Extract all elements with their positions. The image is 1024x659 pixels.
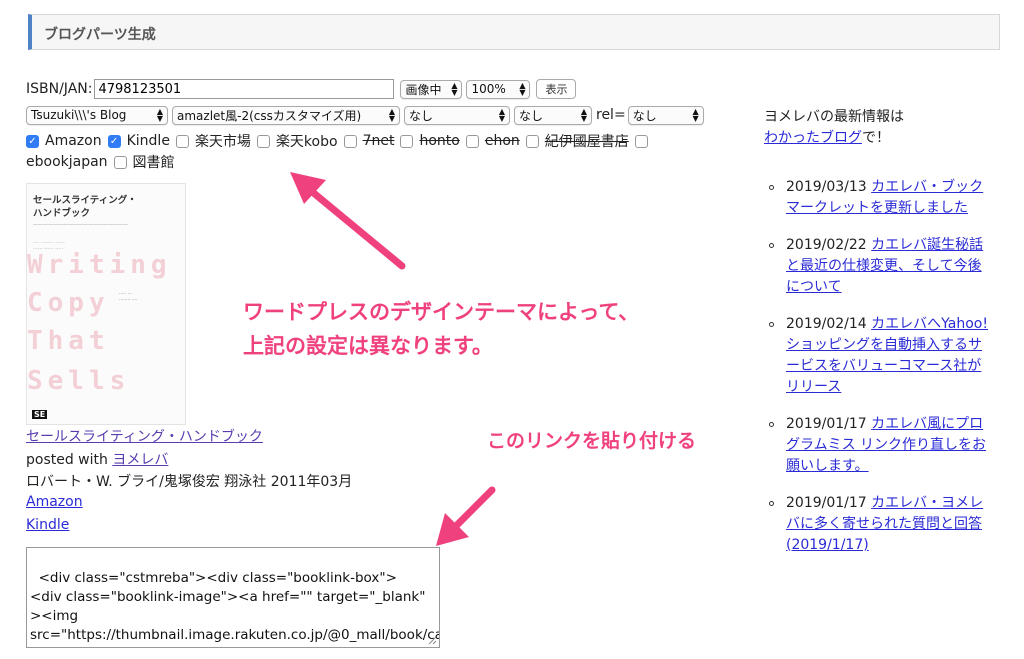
cover-word-4: Sells bbox=[27, 366, 131, 396]
news-item: 2019/02/14 カエレバへYahoo!ショッピングを自動挿入するサービスを… bbox=[764, 314, 994, 398]
section-title: ブログパーツ生成 bbox=[44, 27, 156, 43]
resize-grip-icon[interactable] bbox=[428, 636, 437, 645]
option-select-2[interactable]: なし ▲ ▼ bbox=[514, 105, 592, 125]
chevron-updown-icon: ▲ ▼ bbox=[156, 107, 163, 123]
news-date: 2019/02/22 bbox=[786, 237, 872, 253]
checkbox-rakuten[interactable] bbox=[175, 134, 189, 148]
store-label-kinokuniya: 紀伊國屋書店 bbox=[544, 134, 629, 150]
sidebar-intro-suffix: で！ bbox=[862, 130, 890, 146]
code-textarea[interactable]: <div class="cstmreba"><div class="bookli… bbox=[26, 547, 440, 648]
isbn-input[interactable] bbox=[94, 79, 395, 99]
cover-title: セールスライティング・ハンドブック bbox=[33, 195, 137, 219]
chevron-updown-icon: ▲ ▼ bbox=[580, 107, 587, 123]
section-header: ブログパーツ生成 bbox=[28, 14, 1000, 50]
sidebar-intro: ヨメレバの最新情報は わかったブログで！ bbox=[764, 107, 904, 149]
news-date: 2019/03/13 bbox=[786, 179, 872, 195]
image-size-select[interactable]: 画像中 ▲ ▼ bbox=[400, 79, 463, 99]
code-text: <div class="cstmreba"><div class="bookli… bbox=[30, 570, 439, 643]
news-item: 2019/02/22 カエレバ誕生秘話と最近の仕様変更、そして今後について bbox=[764, 235, 994, 298]
zoom-select[interactable]: 100% ▲ ▼ bbox=[466, 79, 531, 99]
arrow-up-left-icon bbox=[290, 172, 406, 270]
annotation-paste-note: このリンクを貼り付ける bbox=[487, 430, 697, 452]
kindle-link[interactable]: Kindle bbox=[26, 517, 69, 533]
chevron-updown-icon: ▲ ▼ bbox=[388, 107, 395, 123]
news-item: 2019/01/17 カエレバ・ヨメレバに多く寄せられた質問と回答(2019/1… bbox=[764, 493, 994, 556]
rel-label: rel= bbox=[596, 107, 626, 123]
chevron-updown-icon: ▲ ▼ bbox=[519, 81, 526, 97]
posted-prefix: posted with bbox=[26, 452, 113, 468]
checkbox-7net[interactable] bbox=[343, 134, 357, 148]
yomereba-link[interactable]: ヨメレバ bbox=[112, 452, 168, 468]
annotation-line-1: ワードプレスのデザインテーマによって、 bbox=[243, 300, 640, 324]
option-select-1[interactable]: なし ▲ ▼ bbox=[404, 105, 510, 125]
bullet-icon bbox=[769, 322, 774, 327]
checkbox-honto[interactable] bbox=[400, 134, 414, 148]
blog-select[interactable]: Tsuzuki\\\'s Blog ▲ ▼ bbox=[26, 105, 168, 125]
checkbox-kinokuniya[interactable] bbox=[525, 134, 539, 148]
store-label-rakuten: 楽天市場 bbox=[194, 134, 251, 150]
isbn-label: ISBN/JAN: bbox=[26, 81, 93, 97]
book-authors: ロバート・W. ブライ/鬼塚俊宏 翔泳社 2011年03月 bbox=[26, 474, 353, 490]
template-select[interactable]: amazlet風-2(cssカスタマイズ用) ▲ ▼ bbox=[172, 105, 400, 125]
news-item: 2019/03/13 カエレバ・ブックマークレットを更新しました bbox=[764, 177, 994, 219]
options-row: Tsuzuki\\\'s Blog ▲ ▼ amazlet風-2(cssカスタマイ… bbox=[26, 104, 708, 126]
posted-with: posted with ヨメレバ bbox=[26, 449, 168, 469]
store-label-library: 図書館 bbox=[132, 155, 175, 171]
checkbox-kinokuniya-extra[interactable] bbox=[634, 134, 648, 148]
book-title-link[interactable]: セールスライティング・ハンドブック bbox=[26, 426, 263, 446]
store-checkbox-row-2: ebookjapan 図書館 bbox=[26, 152, 181, 172]
checkbox-amazon[interactable]: ✓ bbox=[26, 134, 39, 148]
store-label-amazon: Amazon bbox=[45, 133, 102, 149]
arrow-down-left-icon bbox=[436, 486, 496, 546]
bullet-icon bbox=[769, 422, 774, 427]
cover-word-3: That bbox=[27, 326, 110, 356]
publisher-logo: SE bbox=[32, 410, 48, 419]
news-date: 2019/01/17 bbox=[786, 495, 872, 511]
store-label-honto: honto bbox=[419, 133, 460, 149]
rel-select[interactable]: なし ▲ ▼ bbox=[627, 105, 704, 125]
bullet-icon bbox=[769, 243, 774, 248]
cover-subtitle-line: ——————————————————— bbox=[33, 222, 128, 228]
store-label-ebookjapan: ebookjapan bbox=[26, 154, 108, 170]
cover-authors-small: ····· ··· ········ ···· bbox=[119, 292, 138, 303]
wakatta-blog-link[interactable]: わかったブログ bbox=[764, 130, 862, 146]
chevron-updown-icon: ▲ ▼ bbox=[498, 107, 505, 123]
news-date: 2019/01/17 bbox=[786, 416, 872, 432]
news-item: 2019/01/17 カエレバ風にプログラムミス リンク作り直しをお願いします。 bbox=[764, 414, 994, 477]
annotation-theme-note: ワードプレスのデザインテーマによって、 上記の設定は異なります。 bbox=[243, 295, 639, 363]
show-button[interactable]: 表示 bbox=[536, 79, 577, 99]
sidebar-intro-text: ヨメレバの最新情報は bbox=[764, 109, 904, 125]
store-label-7net: 7net bbox=[362, 133, 395, 149]
news-list: 2019/03/13 カエレバ・ブックマークレットを更新しました 2019/02… bbox=[764, 177, 994, 572]
cover-word-1: Writing bbox=[27, 250, 172, 280]
store-label-ehon: ehon bbox=[484, 133, 520, 149]
checkbox-kindle[interactable]: ✓ bbox=[107, 134, 121, 148]
checkbox-kobo[interactable] bbox=[256, 134, 270, 148]
book-cover-image[interactable]: セールスライティング・ハンドブック ——————————————————— ··… bbox=[26, 183, 186, 425]
checkbox-ehon[interactable] bbox=[465, 134, 479, 148]
isbn-row: ISBN/JAN: 画像中 ▲▼ 100% ▲▼ 表示 bbox=[26, 78, 577, 100]
store-label-kindle: Kindle bbox=[126, 133, 170, 149]
store-label-kobo: 楽天kobo bbox=[275, 134, 338, 150]
news-date: 2019/02/14 bbox=[786, 316, 872, 332]
bullet-icon bbox=[769, 185, 774, 190]
cover-word-2: Copy bbox=[27, 288, 110, 318]
store-checkbox-row-1: ✓ Amazon ✓ Kindle 楽天市場 楽天kobo 7net honto… bbox=[26, 131, 654, 151]
annotation-line-2: 上記の設定は異なります。 bbox=[243, 334, 493, 358]
amazon-link[interactable]: Amazon bbox=[26, 494, 83, 510]
checkbox-ebookjapan[interactable] bbox=[113, 155, 127, 169]
chevron-updown-icon: ▲ ▼ bbox=[451, 81, 458, 97]
bullet-icon bbox=[769, 501, 774, 506]
chevron-updown-icon: ▲ ▼ bbox=[692, 107, 699, 123]
